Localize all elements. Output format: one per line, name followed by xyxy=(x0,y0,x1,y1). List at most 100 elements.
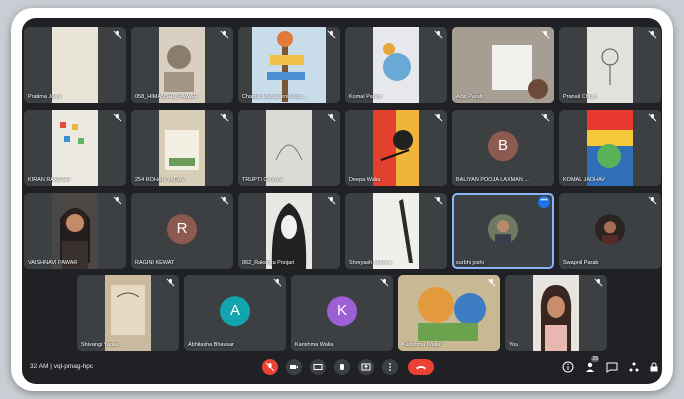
meet-window: Pratima Joshi 058_HIMANSHU PAWAR Chaitta… xyxy=(22,18,662,384)
video-feed xyxy=(52,110,98,186)
participant-name: You xyxy=(509,342,519,348)
participant-name: VAISHNAVI PAWAR xyxy=(28,260,78,266)
avatar: K xyxy=(327,296,357,327)
participant-tile[interactable]: Deepa Walia xyxy=(345,110,447,186)
participant-tile[interactable]: KIRAN RAMESH xyxy=(24,110,126,186)
participant-tile[interactable]: Chaittar Mahakarni Muru... xyxy=(238,27,340,103)
participant-name: Chaittar Mahakarni Muru... xyxy=(242,94,308,100)
captions-icon xyxy=(313,364,323,370)
video-feed xyxy=(373,110,419,186)
participant-name: KOMAL JADHAV xyxy=(563,177,605,183)
participant-name: Deepa Walia xyxy=(349,177,381,183)
mic-off-icon xyxy=(166,278,175,287)
participant-name: 062_Rakshita Poojari xyxy=(242,260,295,266)
participant-tile[interactable]: B BALIYAN POOJA LAXMAN ... xyxy=(452,110,554,186)
raise-hand-button[interactable] xyxy=(334,359,350,375)
participant-tile[interactable]: 062_Rakshita Poojari xyxy=(238,193,340,269)
mic-off-icon xyxy=(220,196,229,205)
chat-icon[interactable] xyxy=(606,361,618,373)
participant-name: BALIYAN POOJA LAXMAN ... xyxy=(456,177,529,183)
avatar xyxy=(595,214,625,245)
more-options-icon[interactable]: ••• xyxy=(538,196,550,208)
end-call-icon xyxy=(416,366,426,370)
people-icon xyxy=(586,362,594,372)
people-button[interactable]: 29 xyxy=(584,356,599,373)
participant-name: 254 ROHAN YADAV xyxy=(135,177,185,183)
mic-off-icon xyxy=(648,196,657,205)
more-options-button[interactable] xyxy=(382,359,398,375)
participant-name: surbhi joshi xyxy=(456,260,484,266)
end-call-button[interactable] xyxy=(408,359,434,375)
mic-off-icon xyxy=(113,30,122,39)
participant-name: Shivangi Yadav xyxy=(81,342,119,348)
raise-hand-icon xyxy=(340,364,344,370)
video-feed xyxy=(266,193,312,269)
participant-tile[interactable]: 254 ROHAN YADAV xyxy=(131,110,233,186)
mic-off-icon xyxy=(327,196,336,205)
participant-tile[interactable]: A Abhilasha Bhavsar xyxy=(184,275,286,351)
participant-name: Karishma Walia xyxy=(402,342,441,348)
mic-toggle-button[interactable] xyxy=(262,359,278,375)
mic-off-icon xyxy=(648,30,657,39)
mic-off-icon xyxy=(487,278,496,287)
participant-tile[interactable]: Pratima Joshi xyxy=(24,27,126,103)
mic-off-icon xyxy=(648,113,657,122)
video-feed xyxy=(252,27,326,103)
participant-name: KIRAN RAMESH xyxy=(28,177,70,183)
bottom-toolbar: 32 AM | vql-pmag-hpc 29 xyxy=(22,350,662,384)
lock-icon[interactable] xyxy=(648,361,660,373)
video-feed xyxy=(587,27,633,103)
video-feed xyxy=(533,275,579,351)
mic-off-icon xyxy=(273,278,282,287)
mic-off-icon xyxy=(434,30,443,39)
present-button[interactable] xyxy=(358,359,374,375)
participant-tile[interactable]: Pranali Chuto xyxy=(559,27,661,103)
video-feed xyxy=(266,110,312,186)
video-feed xyxy=(587,110,633,186)
participant-tile[interactable]: ••• surbhi joshi xyxy=(452,193,554,269)
participant-name: Pratima Joshi xyxy=(28,94,62,100)
video-feed xyxy=(452,27,554,103)
mic-off-icon xyxy=(113,196,122,205)
participant-tile[interactable]: KOMAL JADHAV xyxy=(559,110,661,186)
mic-off-icon xyxy=(434,196,443,205)
captions-button[interactable] xyxy=(310,359,326,375)
video-feed xyxy=(52,27,98,103)
video-feed xyxy=(159,110,205,186)
mic-off-icon xyxy=(265,362,275,372)
participant-tile[interactable]: Komal Pandit xyxy=(345,27,447,103)
mic-off-icon xyxy=(434,113,443,122)
participant-tile[interactable]: Shivangi Yadav xyxy=(77,275,179,351)
avatar: R xyxy=(167,214,197,245)
video-feed xyxy=(52,193,98,269)
present-icon xyxy=(361,363,371,371)
mic-off-icon xyxy=(594,278,603,287)
camera-icon xyxy=(290,365,298,369)
participant-tile[interactable]: 058_HIMANSHU PAWAR xyxy=(131,27,233,103)
participant-tile[interactable]: Swapnil Parab xyxy=(559,193,661,269)
mic-off-icon xyxy=(541,113,550,122)
activities-icon[interactable] xyxy=(628,361,640,373)
participant-name: RAGINI KEWAT xyxy=(135,260,175,266)
participant-tile[interactable]: Shreyash Mahkar xyxy=(345,193,447,269)
info-icon[interactable] xyxy=(562,361,574,373)
mic-off-icon xyxy=(541,30,550,39)
mic-off-icon xyxy=(380,278,389,287)
more-options-icon xyxy=(389,363,391,371)
avatar xyxy=(488,214,518,245)
participant-tile[interactable]: TRUPTI CHVAN xyxy=(238,110,340,186)
participant-tile[interactable]: Karishma Walia xyxy=(398,275,500,351)
participant-tile[interactable]: VAISHNAVI PAWAR xyxy=(24,193,126,269)
participant-name: Aditi Parab xyxy=(456,94,483,100)
participant-tile[interactable]: Aditi Parab xyxy=(452,27,554,103)
participant-tile[interactable]: You xyxy=(505,275,607,351)
video-feed xyxy=(398,275,500,351)
video-feed xyxy=(105,275,151,351)
video-feed xyxy=(373,27,419,103)
participant-name: Abhilasha Bhavsar xyxy=(188,342,234,348)
camera-toggle-button[interactable] xyxy=(286,359,302,375)
participant-tile[interactable]: R RAGINI KEWAT xyxy=(131,193,233,269)
participant-tile[interactable]: K Karishma Walia xyxy=(291,275,393,351)
participant-name: Shreyash Mahkar xyxy=(349,260,393,266)
avatar: A xyxy=(220,296,250,327)
